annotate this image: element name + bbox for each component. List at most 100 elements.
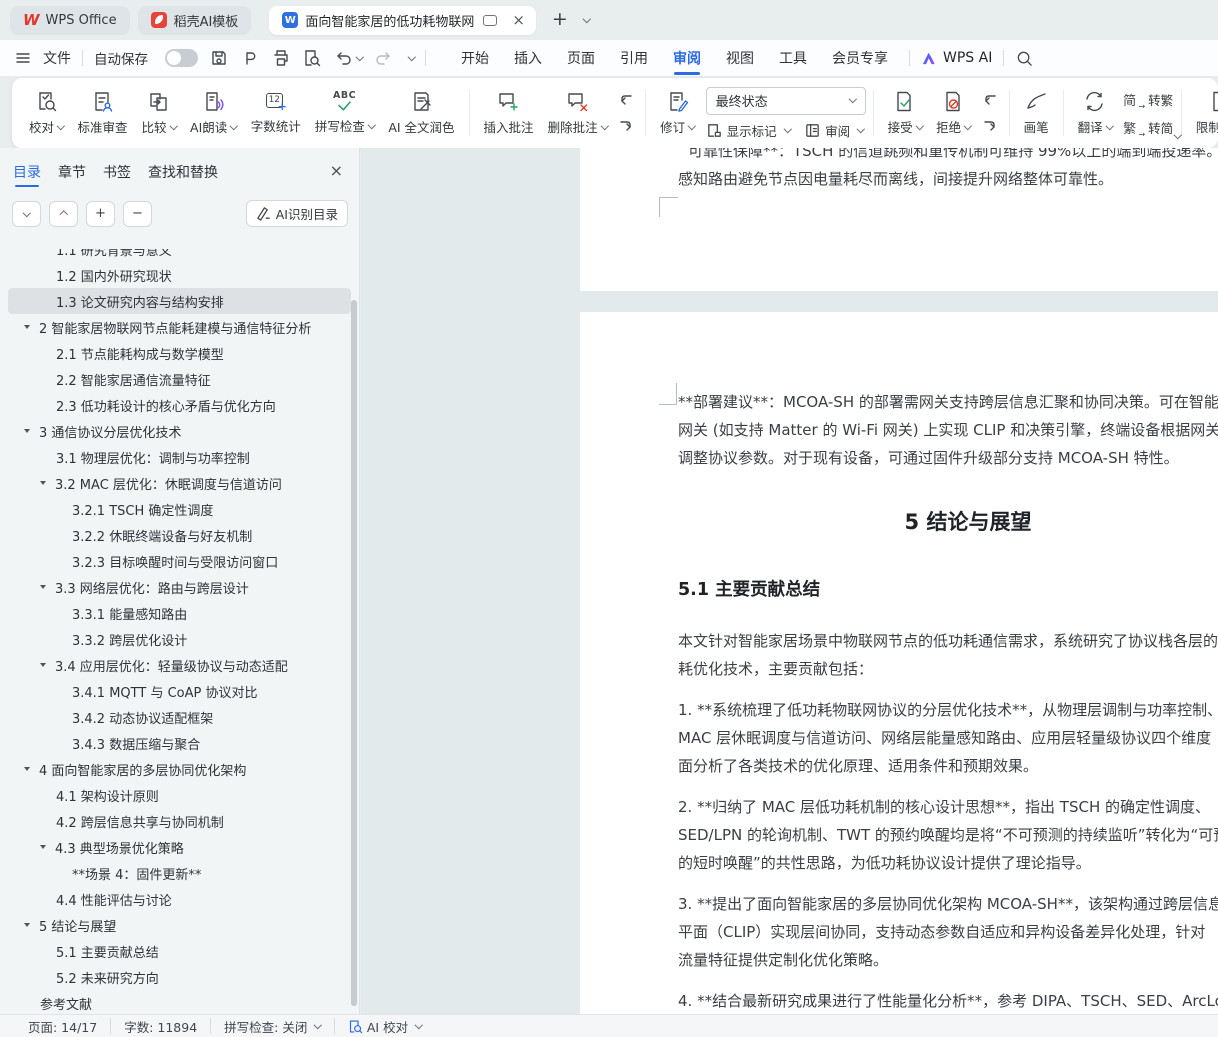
spell-check-button[interactable]: ABC 拼写检查 bbox=[308, 83, 382, 143]
ink-pen-button[interactable]: 画笔 bbox=[1017, 83, 1056, 143]
toc-item[interactable]: 4.4 性能评估与讨论 bbox=[8, 886, 351, 912]
toc-item[interactable]: 3.2.2 休眠终端设备与好友机制 bbox=[8, 522, 351, 548]
previous-comment-icon[interactable] bbox=[617, 91, 635, 109]
toc-item[interactable]: 3.3.2 跨层优化设计 bbox=[8, 626, 351, 652]
previous-change-icon[interactable] bbox=[981, 91, 999, 109]
toc-item[interactable]: 4 面向智能家居的多层协同优化架构 bbox=[8, 756, 351, 782]
toc-item[interactable]: 3.2.3 目标唤醒时间与受限访问窗口 bbox=[8, 548, 351, 574]
tab-docer-templates[interactable]: 稻壳AI模板 bbox=[138, 6, 252, 35]
toc-item[interactable]: **场景 4：固件更新** bbox=[8, 860, 351, 886]
toc-item[interactable]: 4.3 典型场景优化策略 bbox=[8, 834, 351, 860]
collapse-all-button[interactable] bbox=[49, 201, 78, 227]
page-13[interactable]: 可靠性保障**：TSCH 的信道跳频和重传机制可维持 99%以上的端到端投递率。… bbox=[580, 148, 1218, 291]
wps-ai-button[interactable]: WPS AI bbox=[921, 50, 992, 67]
translate-button[interactable]: 翻译 bbox=[1071, 83, 1120, 143]
toc-item[interactable]: 2.1 节点能耗构成与数学模型 bbox=[8, 340, 351, 366]
toc-item[interactable]: 2.3 低功耗设计的核心矛盾与优化方向 bbox=[8, 392, 351, 418]
next-change-icon[interactable] bbox=[981, 117, 999, 135]
sidebar-tab-chapters[interactable]: 章节 bbox=[58, 153, 86, 191]
file-menu[interactable]: 文件 bbox=[43, 48, 71, 68]
traditional-to-simplified-button[interactable]: 繁→ 转简 bbox=[1123, 118, 1173, 137]
redo-icon[interactable] bbox=[374, 48, 394, 68]
next-comment-icon[interactable] bbox=[617, 117, 635, 135]
quickbar-chevron-icon[interactable] bbox=[407, 53, 415, 61]
toc-item[interactable]: 3.2 MAC 层优化：休眠调度与信道访问 bbox=[8, 470, 351, 496]
tab-list-chevron-icon[interactable] bbox=[583, 15, 591, 23]
insert-comment-button[interactable]: 插入批注 bbox=[477, 83, 541, 143]
tab-document[interactable]: W 面向智能家居的低功耗物联网 × bbox=[269, 6, 536, 35]
sidebar-tab-find-replace[interactable]: 查找和替换 bbox=[148, 153, 218, 191]
proofread-button[interactable]: 校对 bbox=[22, 83, 71, 143]
toc-item[interactable]: 1.3 论文研究内容与结构安排 bbox=[8, 288, 351, 314]
menu-tab-insert[interactable]: 插入 bbox=[514, 40, 542, 76]
menu-tab-tools[interactable]: 工具 bbox=[779, 40, 807, 76]
sidebar-scrollbar[interactable] bbox=[351, 300, 357, 1006]
spell-check-status[interactable]: 拼写检查: 关闭 bbox=[224, 1017, 321, 1036]
collapse-arrow-icon[interactable] bbox=[24, 767, 30, 771]
menu-tab-review[interactable]: 审阅 bbox=[673, 40, 701, 76]
reject-change-button[interactable]: 拒绝 bbox=[929, 83, 978, 143]
collapse-arrow-icon[interactable] bbox=[40, 845, 46, 849]
track-changes-button[interactable]: 修订 bbox=[653, 83, 702, 143]
toc-item[interactable]: 1.1 研究背景与意义 bbox=[8, 249, 351, 262]
word-count-button[interactable]: 12+ 字数统计 bbox=[244, 83, 308, 143]
save-icon[interactable] bbox=[209, 48, 229, 68]
toc-item[interactable]: 5.2 未来研究方向 bbox=[8, 964, 351, 990]
toc-item[interactable]: 3.4.1 MQTT 与 CoAP 协议对比 bbox=[8, 678, 351, 704]
zoom-out-toc-button[interactable]: − bbox=[123, 201, 152, 227]
toc-item[interactable]: 3 通信协议分层优化技术 bbox=[8, 418, 351, 444]
new-tab-button[interactable]: + bbox=[544, 8, 572, 32]
ai-read-aloud-button[interactable]: AI朗读 bbox=[183, 83, 244, 143]
show-markup-button[interactable]: 显示标记 bbox=[706, 121, 791, 140]
tab-wps-office[interactable]: W WPS Office bbox=[10, 6, 130, 35]
collapse-arrow-icon[interactable] bbox=[24, 429, 30, 433]
review-pane-button[interactable]: 审阅 bbox=[804, 121, 864, 140]
close-tab-icon[interactable]: × bbox=[510, 11, 527, 29]
delete-comment-button[interactable]: 删除批注 bbox=[541, 83, 615, 143]
undo-button[interactable] bbox=[333, 48, 363, 68]
accept-change-button[interactable]: 接受 bbox=[881, 83, 930, 143]
toc-item[interactable]: 3.2.1 TSCH 确定性调度 bbox=[8, 496, 351, 522]
hamburger-menu-icon[interactable] bbox=[14, 49, 32, 67]
compare-button[interactable]: 比较 bbox=[135, 83, 184, 143]
menu-tab-membership[interactable]: 会员专享 bbox=[832, 40, 888, 76]
toc-item[interactable]: 3.3 网络层优化：路由与跨层设计 bbox=[8, 574, 351, 600]
toc-item[interactable]: 2 智能家居物联网节点能耗建模与通信特征分析 bbox=[8, 314, 351, 340]
toc-item[interactable]: 参考文献 bbox=[8, 990, 351, 1012]
simplified-to-traditional-button[interactable]: 简→ 转繁 bbox=[1123, 90, 1173, 109]
search-icon[interactable] bbox=[1015, 49, 1034, 68]
zoom-in-toc-button[interactable]: + bbox=[86, 201, 115, 227]
menu-tab-view[interactable]: 视图 bbox=[726, 40, 754, 76]
ai-proofread-button[interactable]: AI 校对 bbox=[348, 1017, 422, 1036]
toc-item[interactable]: 1.2 国内外研究现状 bbox=[8, 262, 351, 288]
toc-item[interactable]: 3.4 应用层优化：轻量级协议与动态适配 bbox=[8, 652, 351, 678]
toc-item[interactable]: 3.3.1 能量感知路由 bbox=[8, 600, 351, 626]
collapse-arrow-icon[interactable] bbox=[40, 481, 46, 485]
collapse-arrow-icon[interactable] bbox=[24, 923, 30, 927]
menu-tab-home[interactable]: 开始 bbox=[461, 40, 489, 76]
export-pdf-icon[interactable] bbox=[240, 48, 260, 68]
toc-item[interactable]: 3.4.2 动态协议适配框架 bbox=[8, 704, 351, 730]
toc-item[interactable]: 2.2 智能家居通信流量特征 bbox=[8, 366, 351, 392]
sidebar-tab-contents[interactable]: 目录 bbox=[13, 153, 41, 191]
collapse-arrow-icon[interactable] bbox=[40, 585, 46, 589]
close-sidebar-icon[interactable]: × bbox=[330, 161, 343, 180]
menu-tab-reference[interactable]: 引用 bbox=[620, 40, 648, 76]
ai-polish-button[interactable]: AI 全文润色 bbox=[381, 83, 461, 143]
toc-item[interactable]: 3.4.3 数据压缩与聚合 bbox=[8, 730, 351, 756]
collapse-arrow-icon[interactable] bbox=[40, 663, 46, 667]
collapse-arrow-icon[interactable] bbox=[24, 325, 30, 329]
toc-item[interactable]: 5 结论与展望 bbox=[8, 912, 351, 938]
sidebar-tab-bookmarks[interactable]: 书签 bbox=[103, 153, 131, 191]
standard-review-button[interactable]: 标准审查 bbox=[71, 83, 135, 143]
print-preview-icon[interactable] bbox=[302, 48, 322, 68]
autosave-toggle[interactable] bbox=[165, 49, 198, 67]
print-icon[interactable] bbox=[271, 48, 291, 68]
menu-tab-page[interactable]: 页面 bbox=[567, 40, 595, 76]
expand-all-button[interactable] bbox=[12, 201, 41, 227]
tab-window-icon[interactable] bbox=[483, 15, 497, 26]
page-14[interactable]: **部署建议**：MCOA-SH 的部署需网关支持跨层信息汇聚和协同决策。可在智… bbox=[580, 312, 1218, 1014]
toc-item[interactable]: 4.1 架构设计原则 bbox=[8, 782, 351, 808]
ai-recognize-toc-button[interactable]: AI识别目录 bbox=[246, 200, 348, 227]
restrict-editing-button[interactable]: 限制编辑 bbox=[1189, 83, 1218, 143]
